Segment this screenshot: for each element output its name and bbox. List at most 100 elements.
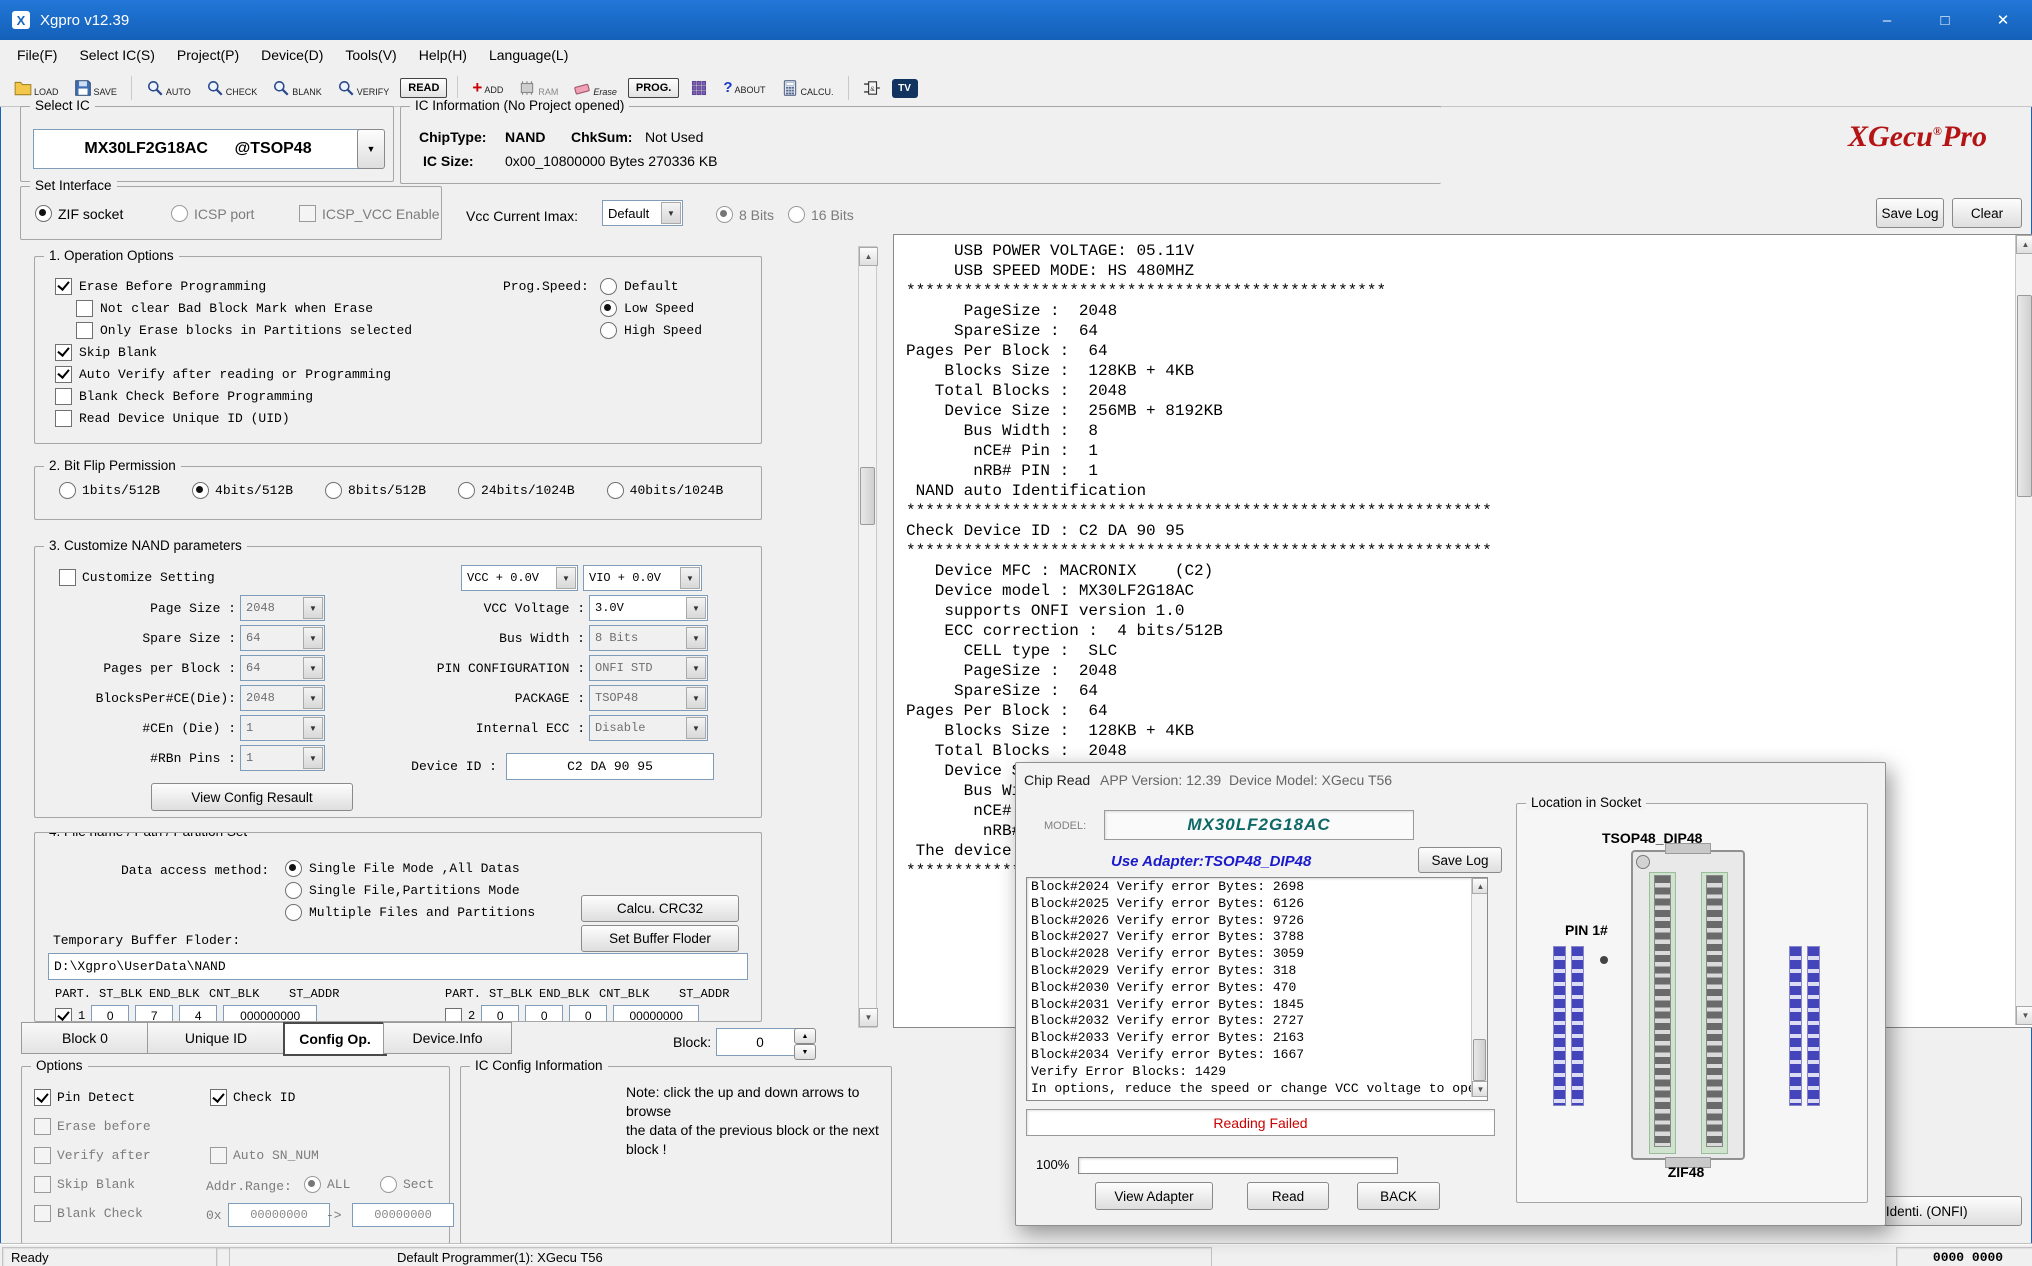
cnt-blk-field[interactable]: 0	[569, 1005, 607, 1022]
set-buffer-folder-button[interactable]: Set Buffer Floder	[581, 925, 739, 952]
minimize-button[interactable]: –	[1858, 0, 1916, 40]
radio-icon[interactable]	[600, 278, 617, 295]
radio-icon[interactable]	[600, 300, 617, 317]
cnt-blk-field[interactable]: 4	[179, 1005, 217, 1022]
prog-speed-radio-row[interactable]: High Speed	[600, 319, 702, 341]
vcc-offset-dropdown[interactable]: VCC + 0.0V▼	[461, 565, 578, 591]
scroll-up-arrow[interactable]: ▲	[859, 247, 878, 266]
check-id-checkbox[interactable]: Check ID	[210, 1089, 295, 1106]
checkbox-icon[interactable]	[210, 1089, 227, 1106]
menu-item[interactable]: Select IC(S)	[68, 42, 165, 68]
st-addr-field[interactable]: 000000000	[223, 1005, 317, 1022]
select-ic-combo[interactable]: MX30LF2G18AC @TSOP48	[33, 129, 363, 169]
scroll-up-arrow[interactable]: ▲	[2016, 235, 2032, 254]
option-checkbox-row[interactable]: Read Device Unique ID (UID)	[55, 407, 412, 429]
error-list-scrollbar[interactable]: ▲ ▼	[1471, 878, 1487, 1097]
option-checkbox-row[interactable]: Only Erase blocks in Partitions selected	[76, 319, 412, 341]
close-button[interactable]: ✕	[1974, 0, 2032, 40]
dialog-save-log-button[interactable]: Save Log	[1418, 847, 1502, 873]
radio-icon[interactable]	[285, 860, 302, 877]
checkbox-icon[interactable]	[55, 366, 72, 383]
verify-error-list[interactable]: Block#2024 Verify error Bytes: 2698Block…	[1026, 877, 1488, 1101]
option-checkbox-row[interactable]: Skip Blank	[55, 341, 412, 363]
scroll-up-arrow[interactable]: ▲	[1472, 878, 1488, 894]
device-id-field[interactable]: C2 DA 90 95	[506, 753, 714, 780]
ram-button[interactable]: RAM	[514, 76, 562, 100]
pin-detect-checkbox[interactable]: Pin Detect	[34, 1089, 135, 1106]
chevron-down-icon[interactable]: ▼	[686, 717, 706, 739]
st-blk-field[interactable]: 0	[481, 1005, 519, 1022]
auto-button[interactable]: AUTO	[142, 76, 195, 100]
tab-block0[interactable]: Block 0	[21, 1022, 149, 1054]
ic-test-button[interactable]	[686, 76, 712, 100]
blank-button[interactable]: BLANK	[268, 76, 326, 100]
bit-flip-radio-row[interactable]: 1bits/512B	[59, 482, 160, 499]
data-access-radio-row[interactable]: Single File,Partitions Mode	[285, 879, 535, 901]
bit-flip-radio-row[interactable]: 8bits/512B	[325, 482, 426, 499]
radio-icon[interactable]	[285, 904, 302, 921]
scroll-down-arrow[interactable]: ▼	[859, 1008, 878, 1027]
option-checkbox-row[interactable]: Blank Check Before Programming	[55, 385, 412, 407]
radio-icon[interactable]	[600, 322, 617, 339]
tv-out-button[interactable]: TV	[892, 79, 918, 98]
radio-icon[interactable]	[192, 482, 209, 499]
param-dropdown[interactable]: Disable▼	[589, 715, 708, 741]
menu-item[interactable]: Tools(V)	[334, 42, 407, 68]
checkbox-icon[interactable]	[76, 322, 93, 339]
bit-flip-radio-row[interactable]: 40bits/1024B	[607, 482, 724, 499]
vcc-imax-dropdown[interactable]: Default▼	[602, 200, 683, 226]
view-config-button[interactable]: View Config Resault	[151, 783, 353, 811]
calc-crc32-button[interactable]: Calcu. CRC32	[581, 895, 739, 922]
dialog-read-button[interactable]: Read	[1247, 1182, 1329, 1210]
param-dropdown[interactable]: ONFI STD▼	[589, 655, 708, 681]
partition-enable-checkbox[interactable]	[55, 1008, 72, 1023]
add-button[interactable]: + ADD	[468, 78, 507, 98]
chevron-down-icon[interactable]: ▼	[686, 687, 706, 709]
menu-item[interactable]: Language(L)	[478, 42, 579, 68]
checkbox-icon[interactable]	[76, 300, 93, 317]
data-access-radio-row[interactable]: Single File Mode ,All Datas	[285, 857, 535, 879]
checkbox-icon[interactable]	[55, 410, 72, 427]
spin-down-button[interactable]: ▼	[794, 1044, 816, 1060]
st-addr-field[interactable]: 00000000	[613, 1005, 699, 1022]
checkbox-icon[interactable]	[59, 569, 76, 586]
zif-socket-radio[interactable]: ZIF socket	[35, 205, 123, 222]
end-blk-field[interactable]: 0	[525, 1005, 563, 1022]
param-dropdown[interactable]: 3.0V▼	[589, 595, 708, 621]
chevron-down-icon[interactable]: ▼	[686, 657, 706, 679]
bit-flip-radio-row[interactable]: 24bits/1024B	[458, 482, 575, 499]
data-access-radio-row[interactable]: Multiple Files and Partitions	[285, 901, 535, 923]
checkbox-icon[interactable]	[55, 344, 72, 361]
check-button[interactable]: CHECK	[202, 76, 262, 100]
chevron-down-icon[interactable]: ▼	[680, 567, 700, 589]
scroll-down-arrow[interactable]: ▼	[1472, 1081, 1488, 1097]
bit-flip-radio-row[interactable]: 4bits/512B	[192, 482, 293, 499]
checkbox-icon[interactable]	[34, 1089, 51, 1106]
customize-setting-checkbox[interactable]: Customize Setting	[59, 569, 215, 586]
about-button[interactable]: ? ABOUT	[719, 78, 769, 98]
tab-device-info[interactable]: Device.Info	[383, 1022, 512, 1054]
prog-button[interactable]: PROG.	[628, 78, 679, 98]
menu-item[interactable]: Help(H)	[408, 42, 478, 68]
end-blk-field[interactable]: 7	[135, 1005, 173, 1022]
radio-icon[interactable]	[458, 482, 475, 499]
view-adapter-button[interactable]: View Adapter	[1095, 1182, 1213, 1210]
option-checkbox-row[interactable]: Not clear Bad Block Mark when Erase	[76, 297, 412, 319]
vio-offset-dropdown[interactable]: VIO + 0.0V▼	[583, 565, 702, 591]
scrollbar-thumb[interactable]	[2017, 295, 2032, 497]
clear-button[interactable]: Clear	[1952, 198, 2022, 228]
prog-speed-radio-row[interactable]: Low Speed	[600, 297, 702, 319]
param-dropdown[interactable]: TSOP48▼	[589, 685, 708, 711]
scrollbar-thumb[interactable]	[860, 467, 875, 525]
menu-item[interactable]: Device(D)	[250, 42, 334, 68]
checkbox-icon[interactable]	[55, 388, 72, 405]
scrollbar-thumb[interactable]	[1473, 1039, 1486, 1081]
chevron-down-icon[interactable]: ▼	[686, 597, 706, 619]
chevron-down-icon[interactable]: ▼	[556, 567, 576, 589]
menu-item[interactable]: Project(P)	[166, 42, 250, 68]
option-checkbox-row[interactable]: Erase Before Programming	[55, 275, 412, 297]
maximize-button[interactable]: □	[1916, 0, 1974, 40]
tab-unique-id[interactable]: Unique ID	[147, 1022, 285, 1054]
erase-button[interactable]: Erase	[569, 76, 621, 100]
save-button[interactable]: SAVE	[70, 76, 121, 100]
